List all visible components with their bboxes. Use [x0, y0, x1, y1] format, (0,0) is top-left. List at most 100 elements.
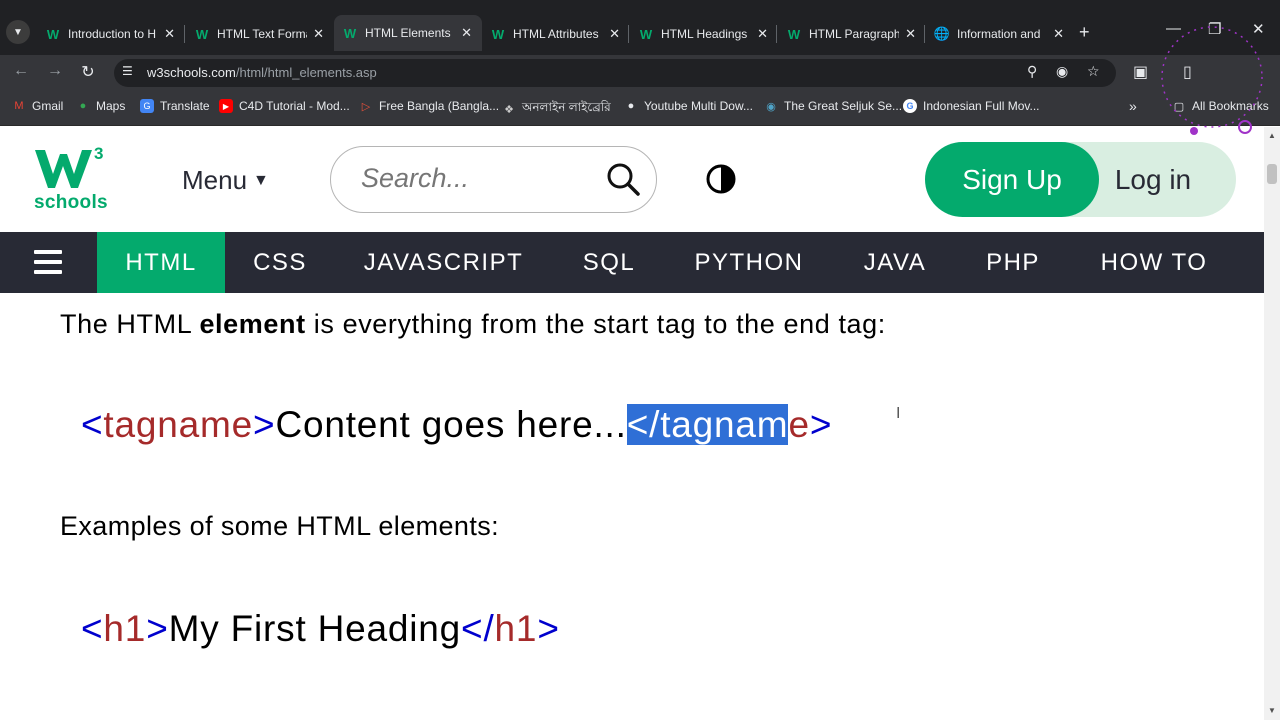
- globe-icon: 🌐: [933, 26, 951, 41]
- zoom-icon[interactable]: ⚲: [1027, 63, 1037, 80]
- nav-item-javascript[interactable]: JAVASCRIPT: [346, 232, 541, 293]
- logo-superscript: 3: [94, 144, 103, 163]
- tag-name: tagname: [103, 404, 254, 445]
- w3schools-icon: W: [491, 26, 505, 42]
- star-icon[interactable]: ☆: [1087, 63, 1100, 80]
- w3schools-icon: W: [195, 26, 209, 42]
- hamburger-menu-icon[interactable]: [34, 250, 62, 274]
- tab-divider: [184, 25, 185, 43]
- close-icon[interactable]: ✕: [313, 26, 324, 42]
- examples-heading: Examples of some HTML elements:: [60, 511, 500, 541]
- back-icon[interactable]: ←: [10, 62, 32, 80]
- browser-tab[interactable]: 🌐 Information and ✕: [926, 19, 1074, 49]
- bracket: >: [253, 404, 276, 445]
- gmail-icon: M: [14, 100, 24, 112]
- bookmark-seljuk[interactable]: ◉ The Great Seljuk Se...: [764, 99, 902, 113]
- close-icon[interactable]: ✕: [461, 25, 472, 41]
- bracket: >: [809, 404, 833, 445]
- close-icon[interactable]: ✕: [164, 26, 175, 42]
- tab-divider: [776, 25, 777, 43]
- bookmark-youtube-multi[interactable]: ● Youtube Multi Dow...: [624, 99, 753, 113]
- bracket: <: [81, 608, 104, 649]
- intro-bold-term: element: [199, 309, 306, 339]
- intro-text: The HTML: [60, 309, 200, 339]
- bookmark-label: Maps: [96, 99, 126, 113]
- close-icon[interactable]: ✕: [905, 26, 916, 42]
- browser-tab-active[interactable]: W HTML Elements ✕: [334, 15, 482, 51]
- new-tab-button[interactable]: +: [1079, 22, 1090, 43]
- bookmark-label: Free Bangla (Bangla...: [379, 99, 500, 113]
- bracket: </: [626, 404, 661, 445]
- page-scrollbar[interactable]: [1264, 127, 1280, 720]
- nav-item-html[interactable]: HTML: [97, 232, 225, 293]
- tab-divider: [924, 25, 925, 43]
- browser-tab[interactable]: W HTML Attributes ✕: [482, 19, 630, 49]
- tab-title: HTML Headings: [661, 27, 748, 41]
- site-info-icon[interactable]: ☰: [122, 64, 133, 78]
- translate-icon: G: [140, 99, 154, 113]
- tab-search-button[interactable]: ▼: [6, 20, 30, 44]
- browser-tab[interactable]: W HTML Headings ✕: [630, 19, 778, 49]
- book-icon: ❖: [504, 103, 514, 116]
- contrast-icon[interactable]: [705, 163, 737, 195]
- bracket: <: [81, 404, 104, 445]
- nav-item-java[interactable]: JAVA: [848, 232, 942, 293]
- text-selection: </tagnam: [626, 404, 789, 445]
- nav-item-how-to[interactable]: HOW TO: [1087, 232, 1221, 293]
- tab-title: HTML Paragraph: [809, 27, 899, 41]
- bookmark-online-library[interactable]: ❖ অনলাইন লাইব্রেরি: [502, 99, 611, 119]
- bookmark-label: Gmail: [32, 99, 64, 113]
- syntax-example: <tagname>Content goes here...</tagname>: [81, 404, 832, 446]
- sign-up-button[interactable]: Sign Up: [925, 142, 1099, 217]
- search-icon[interactable]: [605, 161, 641, 197]
- bookmark-label: Indonesian Full Mov...: [923, 99, 1040, 113]
- bookmark-label: C4D Tutorial - Mod...: [239, 99, 350, 113]
- youtube-icon: ▶: [219, 99, 233, 113]
- tab-title: Introduction to H: [68, 27, 157, 41]
- globe-icon: ●: [627, 100, 635, 112]
- text-cursor-icon: I: [896, 405, 901, 422]
- tag-name: h1: [494, 608, 538, 649]
- bookmark-label: Youtube Multi Dow...: [644, 99, 753, 113]
- tab-divider: [628, 25, 629, 43]
- browser-tab[interactable]: W HTML Paragraph ✕: [778, 19, 926, 49]
- close-icon[interactable]: ✕: [757, 26, 768, 42]
- scrollbar-thumb[interactable]: [1267, 164, 1277, 184]
- bookmark-label: The Great Seljuk Se...: [784, 99, 903, 113]
- reload-icon[interactable]: ↻: [77, 62, 99, 82]
- google-icon: G: [903, 99, 917, 113]
- bookmark-maps[interactable]: ● Maps: [76, 99, 126, 113]
- close-icon[interactable]: ✕: [1053, 26, 1064, 42]
- nav-item-css[interactable]: CSS: [235, 232, 325, 293]
- bookmark-gmail[interactable]: M Gmail: [12, 99, 63, 113]
- nav-item-python[interactable]: PYTHON: [675, 232, 823, 293]
- bookmark-indonesian[interactable]: G Indonesian Full Mov...: [903, 99, 1040, 113]
- extensions-icon[interactable]: ▣: [1133, 62, 1148, 82]
- tab-title: HTML Attributes: [513, 27, 599, 41]
- tab-title: HTML Elements: [365, 26, 451, 40]
- bookmark-free-bangla[interactable]: ▷ Free Bangla (Bangla...: [359, 99, 499, 113]
- maps-icon: ●: [79, 100, 87, 112]
- url-host: w3schools.com: [147, 65, 236, 80]
- browser-tab[interactable]: W HTML Text Forma ✕: [186, 19, 334, 49]
- close-icon[interactable]: ✕: [609, 26, 620, 42]
- log-in-button[interactable]: Log in: [1099, 142, 1207, 217]
- nav-item-sql[interactable]: SQL: [565, 232, 653, 293]
- forward-icon[interactable]: →: [44, 62, 66, 80]
- search-placeholder: Search...: [361, 163, 470, 193]
- scroll-down-icon[interactable]: ▼: [1268, 706, 1276, 715]
- w3schools-icon: W: [787, 26, 801, 42]
- bookmark-c4d[interactable]: ▶ C4D Tutorial - Mod...: [219, 99, 350, 113]
- browser-tab[interactable]: W Introduction to H ✕: [37, 19, 185, 49]
- tag-name: e: [788, 404, 810, 445]
- w3schools-icon: W: [639, 26, 653, 42]
- element-content: Content goes here...: [275, 404, 627, 445]
- menu-button[interactable]: Menu ▼: [182, 165, 269, 196]
- bracket: </: [461, 608, 495, 649]
- main-content: [0, 293, 1264, 720]
- bookmark-translate[interactable]: G Translate: [140, 99, 210, 113]
- eye-off-icon[interactable]: ◉: [1056, 63, 1068, 80]
- nav-item-php[interactable]: PHP: [970, 232, 1056, 293]
- url-text[interactable]: w3schools.com/html/html_elements.asp: [147, 65, 377, 80]
- chevron-double-right-icon[interactable]: »: [1129, 98, 1137, 114]
